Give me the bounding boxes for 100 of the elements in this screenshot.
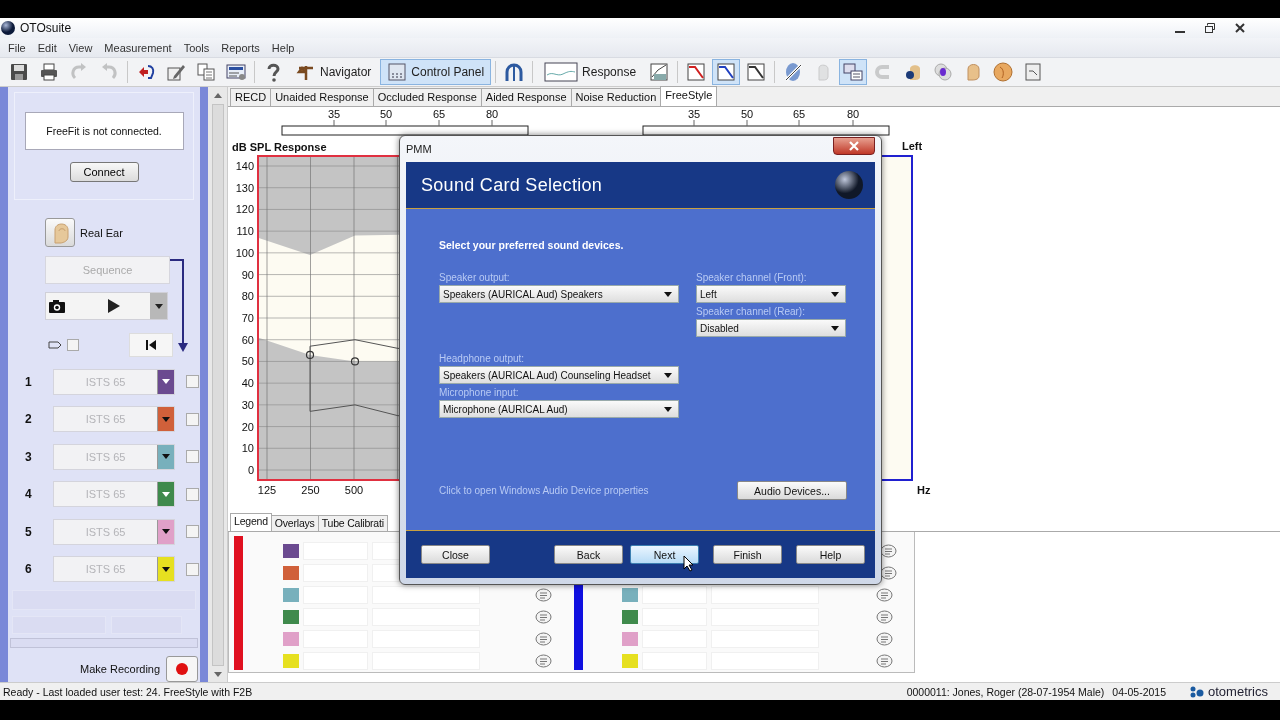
- dialog-button[interactable]: Close: [421, 545, 490, 564]
- comment-icon[interactable]: [535, 632, 552, 646]
- channel-number: 2: [25, 412, 33, 426]
- x-axis-label: 250: [301, 484, 320, 496]
- comment-icon[interactable]: [876, 588, 893, 602]
- scale-label: 50: [740, 108, 754, 120]
- checkbox[interactable]: [186, 450, 199, 463]
- y-axis-label: 110: [236, 225, 254, 238]
- menu-item[interactable]: Edit: [31, 41, 63, 54]
- menu-item[interactable]: Tools: [177, 41, 216, 54]
- ear-label: Left: [902, 140, 923, 152]
- brand-name: otometrics: [1208, 684, 1268, 699]
- color-picker[interactable]: [157, 482, 174, 506]
- dropdown[interactable]: Speakers (AURICAL Aud) Counseling Headset: [439, 366, 679, 384]
- caret-icon: [664, 406, 672, 412]
- checkbox[interactable]: [67, 339, 79, 351]
- scrollbar[interactable]: [208, 87, 228, 682]
- color-picker[interactable]: [157, 557, 174, 581]
- channel-number: 4: [25, 487, 33, 501]
- axis-unit: Hz: [917, 484, 931, 496]
- caret-icon: [831, 291, 839, 297]
- y-axis-label: 50: [241, 355, 254, 368]
- dropdown-button[interactable]: [150, 293, 167, 319]
- graph-icon[interactable]: [712, 59, 741, 85]
- caret-icon: [162, 566, 170, 572]
- caret-icon: [154, 303, 163, 309]
- checkbox[interactable]: [186, 487, 199, 501]
- color-picker[interactable]: [157, 407, 174, 431]
- close-button[interactable]: [833, 137, 875, 155]
- legend-field[interactable]: [372, 586, 480, 604]
- screen-list-icon[interactable]: [839, 59, 868, 85]
- instruction-text: Select your preferred sound devices.: [439, 239, 625, 251]
- tab[interactable]: Aided Response: [480, 88, 572, 106]
- menu-item[interactable]: View: [62, 41, 99, 54]
- record-button[interactable]: [166, 656, 199, 682]
- scale-label: 35: [327, 108, 341, 120]
- menu-item[interactable]: File: [2, 41, 32, 54]
- comment-icon[interactable]: [876, 654, 893, 668]
- y-axis-label: 90: [241, 268, 254, 281]
- tab[interactable]: Occluded Response: [372, 88, 482, 106]
- y-axis-label: 80: [241, 290, 254, 303]
- camera-icon[interactable]: [49, 299, 65, 313]
- tag-icon: [48, 340, 62, 350]
- color-picker[interactable]: [157, 444, 174, 469]
- connect-button[interactable]: Connect: [69, 162, 139, 182]
- menu-item[interactable]: Measurement: [98, 41, 178, 54]
- comment-icon[interactable]: [876, 632, 893, 646]
- checkbox[interactable]: [186, 375, 199, 388]
- comment-icon[interactable]: [535, 610, 552, 624]
- checkbox[interactable]: [186, 412, 199, 426]
- tab[interactable]: Unaided Response: [270, 88, 374, 106]
- y-axis-label: 70: [241, 312, 254, 324]
- dialog-button[interactable]: Finish: [713, 545, 782, 564]
- dropdown[interactable]: Disabled: [696, 319, 846, 337]
- record-label: Make Recording: [80, 663, 161, 675]
- dropdown[interactable]: Left: [696, 285, 846, 303]
- status-text: Ready - Last loaded user test: 24. FreeStyle with F2B: [3, 685, 253, 698]
- play-icon[interactable]: [108, 299, 120, 313]
- tab[interactable]: FreeStyle: [660, 86, 718, 106]
- restore-icon[interactable]: [1204, 22, 1216, 34]
- scroll-thumb[interactable]: [211, 104, 224, 666]
- legend-field[interactable]: [642, 586, 707, 604]
- channel-number: 5: [25, 524, 33, 539]
- dropdown[interactable]: Microphone (AURICAL Aud): [439, 400, 679, 418]
- checkbox[interactable]: [186, 562, 199, 576]
- legend-field[interactable]: [711, 586, 819, 604]
- tab[interactable]: Legend: [230, 513, 272, 531]
- checkbox[interactable]: [186, 525, 199, 538]
- comment-icon[interactable]: [535, 654, 552, 668]
- tab[interactable]: Tube Calibrati: [317, 515, 388, 531]
- caret-icon: [831, 325, 839, 331]
- dialog-button[interactable]: Help: [796, 545, 865, 564]
- status-message: FreeFit is not connected.: [24, 112, 184, 150]
- comment-icon[interactable]: [876, 610, 893, 624]
- close-icon[interactable]: [1234, 22, 1246, 34]
- tab[interactable]: RECD: [230, 88, 272, 106]
- audio-devices-button[interactable]: Audio Devices...: [737, 481, 847, 500]
- app-logo-icon: [1, 21, 15, 35]
- field-label: Microphone input:: [439, 387, 520, 400]
- menu-item[interactable]: Reports: [215, 41, 266, 54]
- toolbar-button[interactable]: Response: [537, 59, 644, 85]
- dropdown[interactable]: Speakers (AURICAL Aud) Speakers: [439, 285, 679, 303]
- y-axis-label: 30: [241, 398, 254, 411]
- toolbar-button[interactable]: Navigator: [289, 59, 379, 85]
- menu-item[interactable]: Help: [265, 41, 301, 54]
- comment-icon[interactable]: [535, 588, 552, 602]
- tab[interactable]: Overlays: [270, 515, 319, 531]
- toolbar-button[interactable]: Control Panel: [380, 59, 492, 85]
- color-picker[interactable]: [157, 369, 174, 394]
- dialog-title: PMM: [406, 143, 432, 155]
- scale-label: 35: [687, 108, 701, 120]
- color-picker[interactable]: [157, 519, 174, 544]
- capture-control[interactable]: [45, 292, 168, 320]
- dialog-button[interactable]: Back: [554, 545, 623, 564]
- skip-back-icon: [146, 340, 156, 350]
- rewind-button[interactable]: [129, 333, 173, 357]
- scroll-down-icon[interactable]: [213, 672, 222, 677]
- real-ear-button[interactable]: [45, 218, 75, 247]
- scroll-up-icon[interactable]: [213, 93, 222, 98]
- y-axis-label: 10: [241, 442, 254, 455]
